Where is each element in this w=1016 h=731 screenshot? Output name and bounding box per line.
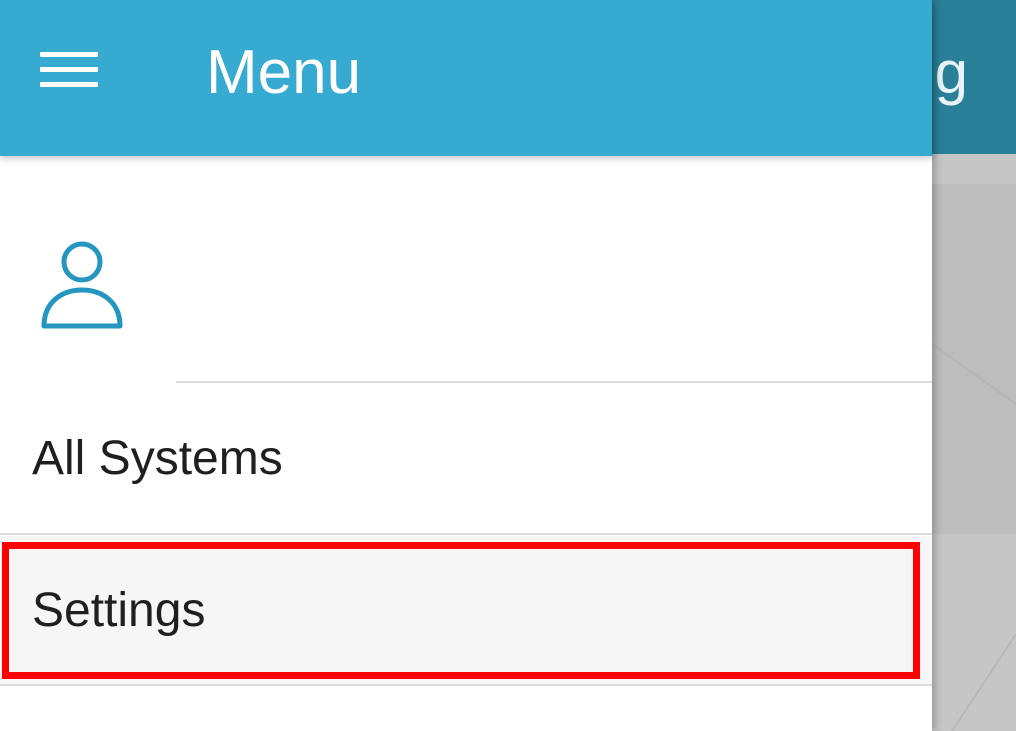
drawer-header: Menu [0, 0, 932, 156]
background-decoration [932, 343, 1016, 731]
app-screen: ring Menu All [0, 0, 1016, 731]
user-avatar-icon[interactable] [36, 238, 128, 334]
background-app-content [932, 154, 1016, 731]
nav-divider [0, 533, 932, 535]
drawer-title: Menu [206, 38, 362, 107]
user-profile-area [0, 176, 932, 381]
nav-item-settings[interactable]: Settings [0, 536, 932, 684]
nav-divider [0, 684, 932, 686]
nav-item-label: All Systems [32, 431, 283, 485]
nav-item-all-systems[interactable]: All Systems [0, 383, 932, 533]
nav-item-label: Settings [32, 583, 206, 637]
navigation-drawer: Menu All Systems Settings [0, 0, 932, 731]
hamburger-menu-icon[interactable] [30, 40, 108, 100]
